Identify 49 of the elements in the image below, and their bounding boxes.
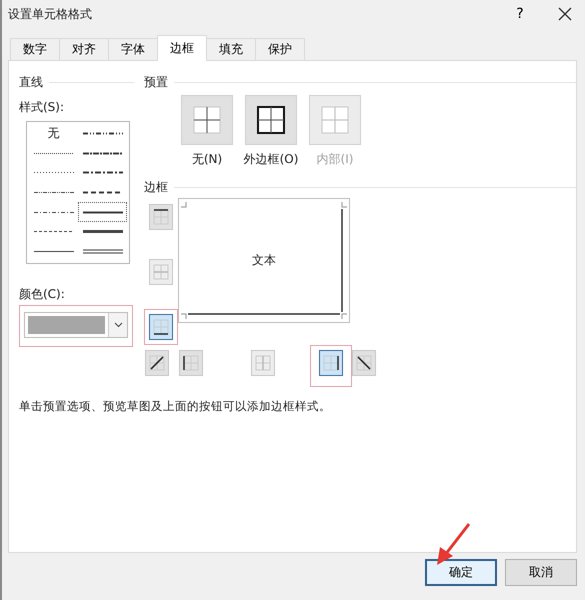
tab[interactable]: 边框 <box>157 35 207 61</box>
group-title: 边框 <box>144 178 168 196</box>
help-button[interactable]: ? <box>511 6 529 22</box>
chevron-down-icon <box>114 322 122 328</box>
line-sample-icon <box>82 169 122 176</box>
group-title: 预置 <box>144 74 168 90</box>
border-grid-icon <box>182 354 200 372</box>
dialog-button[interactable]: 确定 <box>425 559 497 586</box>
border-grid-icon <box>152 263 170 281</box>
border-grid-icon <box>355 354 373 372</box>
border-grid-icon <box>322 354 340 372</box>
grid-icon <box>320 105 350 135</box>
preset-button[interactable] <box>245 95 297 145</box>
tab[interactable]: 保护 <box>255 38 305 60</box>
hint-text: 单击预置选项、预览草图及上面的按钮可以添加边框样式。 <box>19 399 332 414</box>
line-sample-icon <box>82 150 122 157</box>
border-grid-icon <box>152 318 170 336</box>
close-icon <box>558 7 572 21</box>
line-sample-icon <box>82 248 122 255</box>
line-style-list[interactable]: 无 <box>26 121 130 264</box>
tab[interactable]: 数字 <box>10 38 60 60</box>
preset-label: 内部(I) <box>316 151 354 168</box>
preset-label: 无(N) <box>192 151 222 168</box>
preset-label: 外边框(O) <box>244 151 298 168</box>
line-sample-icon <box>82 188 122 196</box>
line-sample-icon <box>82 130 122 138</box>
border-grid-icon <box>152 208 170 226</box>
line-style-option[interactable]: 无 <box>30 125 77 143</box>
color-dropdown[interactable] <box>24 312 128 338</box>
preview-text: 文本 <box>252 252 276 269</box>
line-sample-icon <box>82 208 122 216</box>
dialog-button[interactable]: 取消 <box>505 559 577 586</box>
border-button[interactable] <box>352 350 376 376</box>
color-label: 颜色(C): <box>19 286 66 303</box>
style-label: 样式(S): <box>19 99 66 116</box>
grid-icon <box>192 105 222 135</box>
grid-icon <box>256 105 286 135</box>
border-button[interactable] <box>149 204 173 230</box>
border-grid-icon <box>254 354 272 372</box>
border-button[interactable] <box>149 314 173 340</box>
border-button[interactable] <box>319 350 343 376</box>
border-grid-icon <box>148 354 166 372</box>
line-style-option[interactable] <box>79 203 126 221</box>
border-preview[interactable]: 文本 <box>178 198 350 323</box>
border-button[interactable] <box>179 350 203 376</box>
group-title: 直线 <box>19 74 43 90</box>
line-sample-icon <box>82 228 122 236</box>
border-button[interactable] <box>145 350 169 376</box>
window-title: 设置单元格格式 <box>8 6 93 22</box>
